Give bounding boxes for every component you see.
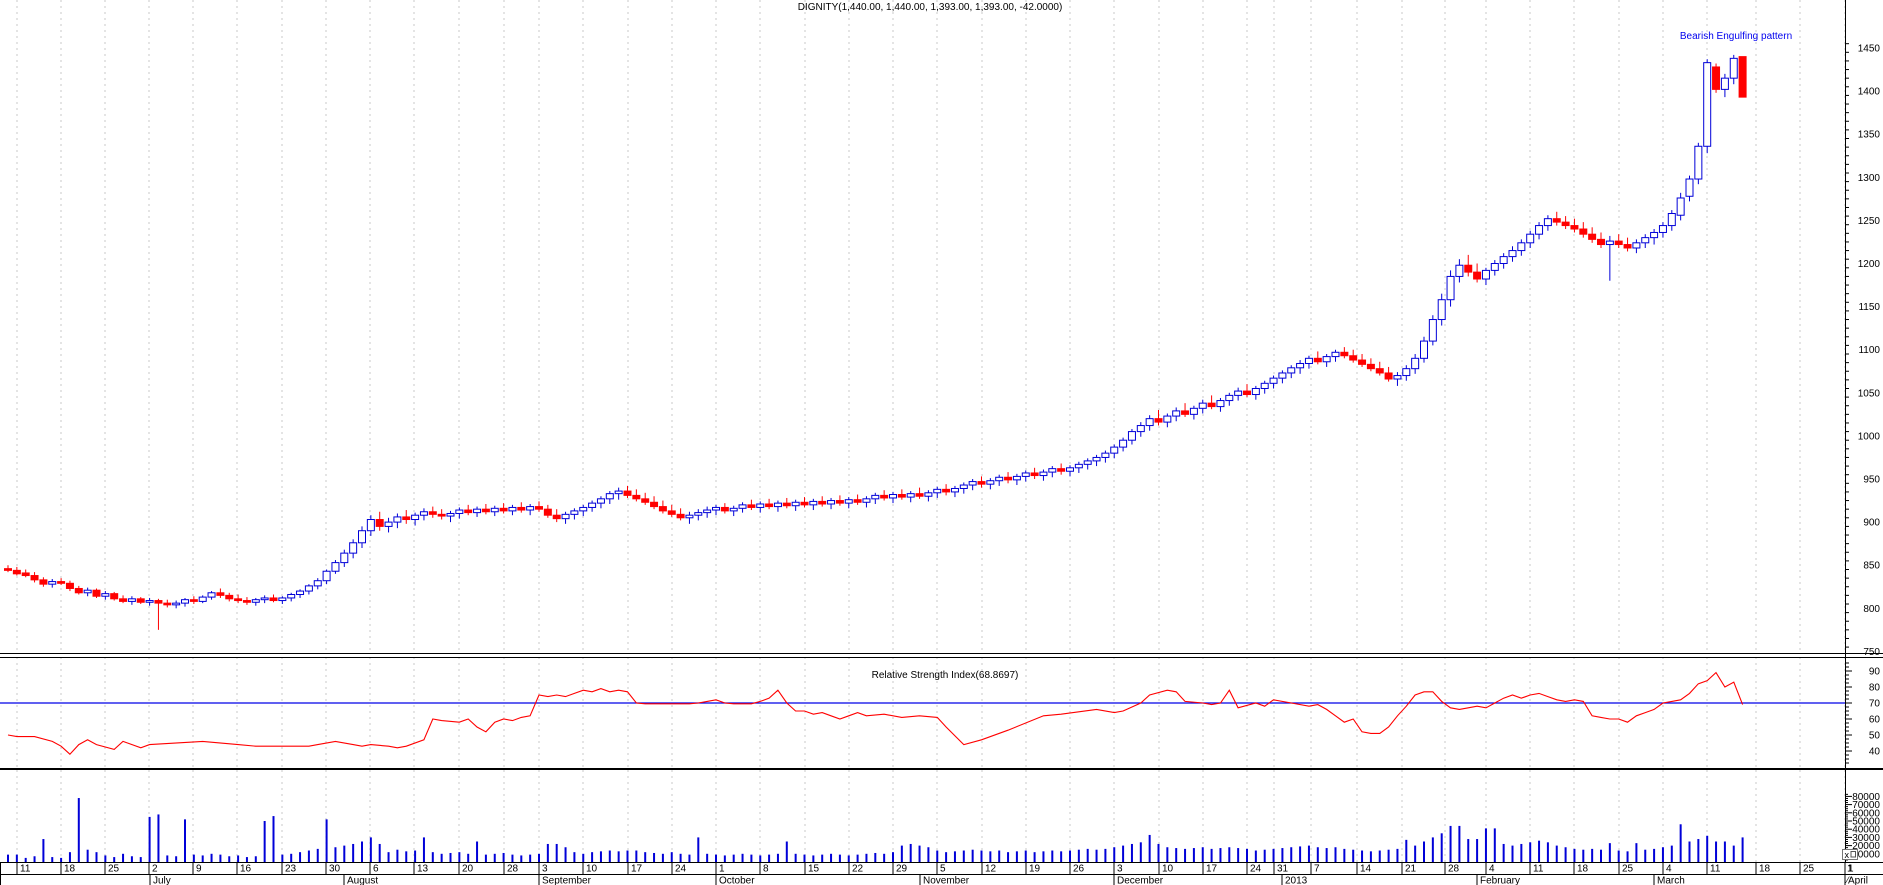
svg-text:7: 7 bbox=[1314, 864, 1320, 875]
svg-text:July: July bbox=[153, 876, 171, 885]
svg-text:950: 950 bbox=[1863, 475, 1880, 486]
svg-text:20: 20 bbox=[462, 864, 474, 875]
rsi-panel-title: Relative Strength Index(68.8697) bbox=[872, 670, 1019, 681]
svg-text:16: 16 bbox=[240, 864, 252, 875]
page-number: 1 bbox=[1847, 864, 1853, 875]
svg-text:3: 3 bbox=[542, 864, 548, 875]
svg-text:4: 4 bbox=[1666, 864, 1672, 875]
svg-text:900: 900 bbox=[1863, 518, 1880, 529]
svg-text:November: November bbox=[923, 876, 970, 885]
chart-title: DIGNITY(1,440.00, 1,440.00, 1,393.00, 1,… bbox=[798, 2, 1063, 13]
svg-text:70: 70 bbox=[1869, 699, 1881, 710]
svg-text:800: 800 bbox=[1863, 604, 1880, 615]
svg-text:1250: 1250 bbox=[1858, 216, 1881, 227]
svg-text:11: 11 bbox=[20, 864, 31, 875]
svg-text:3: 3 bbox=[1117, 864, 1123, 875]
volume-series bbox=[7, 798, 1744, 862]
panel-frames bbox=[0, 0, 1883, 875]
svg-text:1150: 1150 bbox=[1858, 302, 1880, 313]
svg-text:September: September bbox=[542, 876, 592, 885]
svg-text:80: 80 bbox=[1869, 683, 1881, 694]
svg-text:1400: 1400 bbox=[1858, 87, 1881, 98]
svg-text:22: 22 bbox=[852, 864, 864, 875]
svg-text:11: 11 bbox=[1710, 864, 1721, 875]
gridlines-layer bbox=[17, 0, 1845, 862]
svg-text:15: 15 bbox=[808, 864, 820, 875]
stock-chart: 1450140013501300125012001150110010501000… bbox=[0, 0, 1883, 885]
svg-text:18: 18 bbox=[64, 864, 76, 875]
svg-text:850: 850 bbox=[1863, 561, 1880, 572]
svg-text:14: 14 bbox=[1360, 864, 1372, 875]
corner-widget[interactable]: x bbox=[1843, 850, 1858, 861]
svg-text:6: 6 bbox=[373, 864, 379, 875]
svg-text:25: 25 bbox=[1622, 864, 1634, 875]
svg-text:24: 24 bbox=[1250, 864, 1262, 875]
svg-text:10: 10 bbox=[1162, 864, 1174, 875]
svg-text:December: December bbox=[1117, 876, 1164, 885]
svg-text:1350: 1350 bbox=[1858, 130, 1881, 141]
svg-text:1050: 1050 bbox=[1858, 388, 1881, 399]
svg-text:750: 750 bbox=[1863, 647, 1880, 658]
svg-text:March: March bbox=[1657, 876, 1685, 885]
svg-text:18: 18 bbox=[1759, 864, 1771, 875]
svg-text:29: 29 bbox=[896, 864, 908, 875]
svg-text:23: 23 bbox=[285, 864, 297, 875]
svg-text:18: 18 bbox=[1577, 864, 1589, 875]
svg-text:1: 1 bbox=[719, 864, 725, 875]
price-axis: 1450 1400 1350 1300 1250 1200 1150 1100 1050 1000… bbox=[1845, 44, 1880, 861]
svg-text:2: 2 bbox=[152, 864, 158, 875]
svg-text:1100: 1100 bbox=[1858, 345, 1880, 356]
svg-text:25: 25 bbox=[108, 864, 120, 875]
chart-window: 1450140013501300125012001150110010501000… bbox=[0, 0, 1883, 885]
svg-text:17: 17 bbox=[1206, 864, 1218, 875]
svg-text:90: 90 bbox=[1869, 667, 1881, 678]
svg-text:28: 28 bbox=[507, 864, 519, 875]
svg-text:1450: 1450 bbox=[1858, 44, 1881, 55]
svg-text:1000: 1000 bbox=[1858, 431, 1881, 442]
svg-text:60: 60 bbox=[1869, 715, 1881, 726]
svg-text:12: 12 bbox=[985, 864, 997, 875]
svg-text:31: 31 bbox=[1277, 864, 1289, 875]
svg-text:50: 50 bbox=[1869, 731, 1881, 742]
svg-text:21: 21 bbox=[1405, 864, 1417, 875]
pattern-annotation: Bearish Engulfing pattern bbox=[1680, 31, 1792, 42]
svg-text:40: 40 bbox=[1869, 747, 1881, 758]
svg-text:5: 5 bbox=[940, 864, 946, 875]
svg-text:11: 11 bbox=[1533, 864, 1544, 875]
svg-text:4: 4 bbox=[1489, 864, 1495, 875]
svg-text:April: April bbox=[1848, 876, 1868, 885]
svg-text:1200: 1200 bbox=[1858, 259, 1881, 270]
svg-text:2013: 2013 bbox=[1285, 876, 1308, 885]
svg-text:26: 26 bbox=[1073, 864, 1085, 875]
candle-series bbox=[5, 55, 1747, 630]
svg-text:1300: 1300 bbox=[1858, 173, 1881, 184]
svg-text:30: 30 bbox=[329, 864, 341, 875]
svg-text:9: 9 bbox=[196, 864, 202, 875]
svg-text:8: 8 bbox=[763, 864, 769, 875]
svg-text:August: August bbox=[347, 876, 378, 885]
rsi-series bbox=[0, 673, 1845, 755]
svg-text:17: 17 bbox=[631, 864, 643, 875]
svg-text:February: February bbox=[1480, 876, 1520, 885]
svg-text:10: 10 bbox=[586, 864, 598, 875]
svg-text:28: 28 bbox=[1448, 864, 1460, 875]
svg-text:19: 19 bbox=[1029, 864, 1041, 875]
svg-text:October: October bbox=[719, 876, 755, 885]
svg-text:25: 25 bbox=[1803, 864, 1815, 875]
corner-close-icon[interactable]: x bbox=[1845, 850, 1850, 860]
svg-text:24: 24 bbox=[675, 864, 687, 875]
date-axis: 1118252916233061320283101724181522295121… bbox=[1, 862, 1869, 885]
svg-text:13: 13 bbox=[417, 864, 429, 875]
